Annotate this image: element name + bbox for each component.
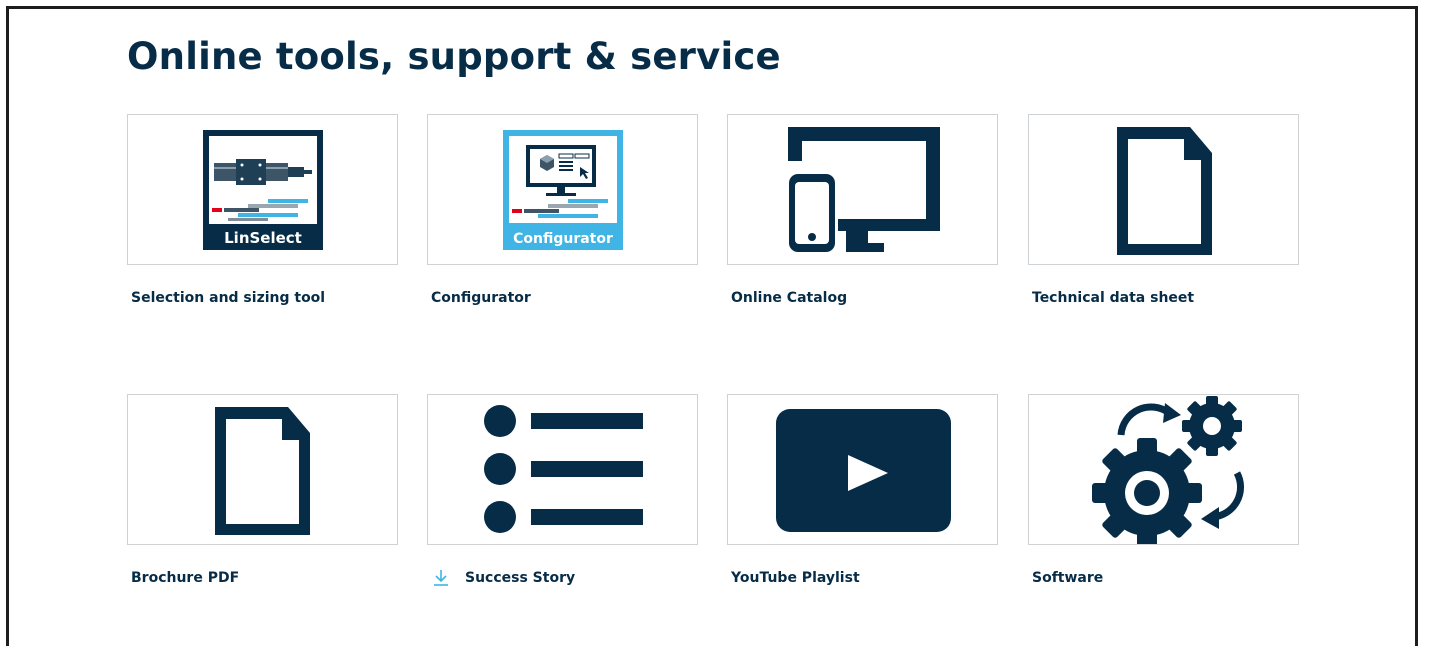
gears-icon [1092,396,1245,544]
tile-label-technical-data-sheet[interactable]: Technical data sheet [1032,290,1194,306]
list-icon [484,405,643,533]
download-icon[interactable] [433,569,449,587]
tile-success-story[interactable] [427,394,698,545]
tile-selection-sizing-tool[interactable]: LinSelect [127,114,398,265]
play-video-icon [776,409,951,532]
document-icon [215,407,310,535]
linselect-icon: LinSelect [203,130,323,250]
tile-software[interactable] [1028,394,1299,545]
tile-configurator[interactable]: Configurator [427,114,698,265]
tile-label-online-catalog[interactable]: Online Catalog [731,290,847,306]
tile-label-selection-sizing-tool[interactable]: Selection and sizing tool [131,290,325,306]
tile-brochure-pdf[interactable] [127,394,398,545]
tile-label-brochure-pdf[interactable]: Brochure PDF [131,570,239,586]
tile-online-catalog[interactable] [727,114,998,265]
configurator-icon: Configurator [503,130,623,250]
tile-label-configurator[interactable]: Configurator [431,290,531,306]
tile-label-youtube-playlist[interactable]: YouTube Playlist [731,570,860,586]
devices-icon [788,127,940,252]
document-icon [1117,127,1212,255]
tile-youtube-playlist[interactable] [727,394,998,545]
tile-label-software[interactable]: Software [1032,570,1103,586]
tile-technical-data-sheet[interactable] [1028,114,1299,265]
page-frame [6,6,1418,646]
page-title: Online tools, support & service [127,35,781,78]
configurator-icon-text: Configurator [513,231,613,247]
tile-label-success-story[interactable]: Success Story [465,570,575,586]
linselect-icon-text: LinSelect [224,229,302,247]
